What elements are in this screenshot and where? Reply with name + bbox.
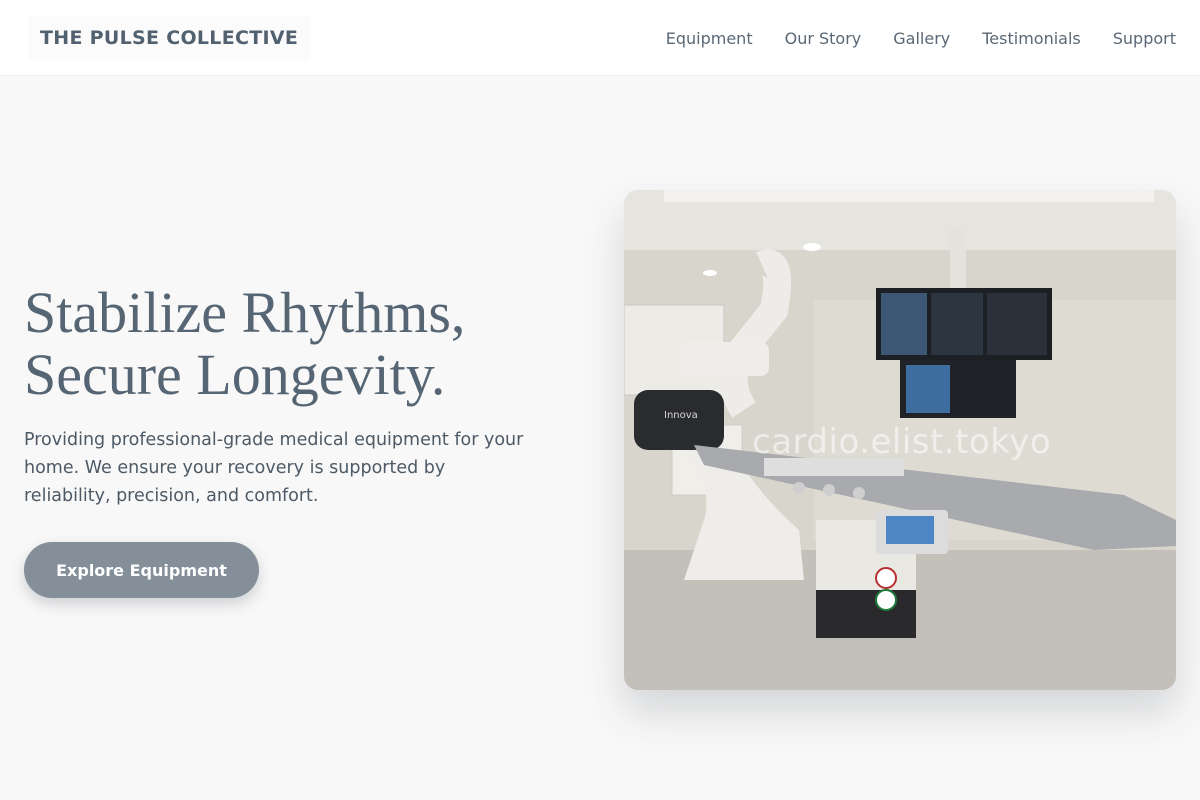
image-watermark: cardio.elist.tokyo [752, 422, 1052, 462]
nav-link-gallery[interactable]: Gallery [893, 29, 950, 48]
nav-link-testimonials[interactable]: Testimonials [982, 29, 1081, 48]
top-navbar: THE PULSE COLLECTIVE Equipment Our Story… [0, 0, 1200, 76]
nav-link-equipment[interactable]: Equipment [666, 29, 753, 48]
hero-image: Innova cardio.elist.tokyo [624, 190, 1176, 690]
hero-title-line-1: Stabilize Rhythms, [24, 280, 466, 345]
explore-equipment-button[interactable]: Explore Equipment [24, 542, 259, 598]
innova-label: Innova [664, 410, 698, 421]
hero-description: Providing professional-grade medical equ… [24, 430, 524, 506]
nav-link-our-story[interactable]: Our Story [785, 29, 862, 48]
hero-title: Stabilize Rhythms, Secure Longevity. [24, 282, 584, 406]
hero-title-line-2: Secure Longevity. [24, 342, 446, 407]
brand-logo[interactable]: THE PULSE COLLECTIVE [28, 16, 311, 60]
nav-link-support[interactable]: Support [1113, 29, 1176, 48]
main-nav: Equipment Our Story Gallery Testimonials… [666, 0, 1176, 76]
